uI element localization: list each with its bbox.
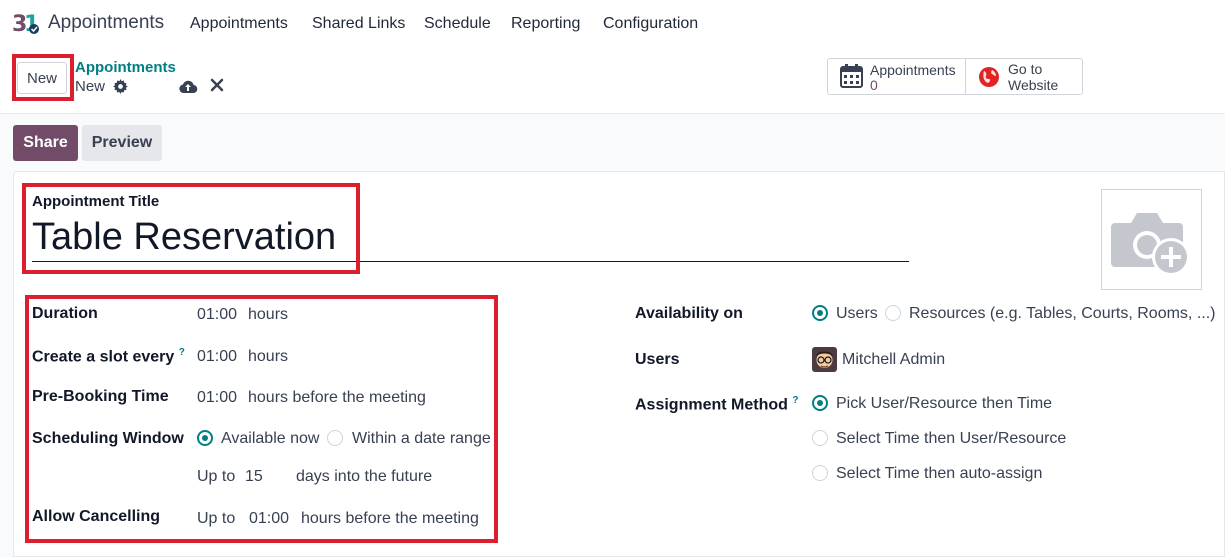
up-to-label: Up to [197,468,236,485]
discard-icon[interactable] [210,78,224,92]
prebooking-input[interactable]: 01:00 [197,389,237,407]
user-tag-mitchell[interactable]: Mitchell Admin [842,351,945,369]
gear-icon[interactable] [113,79,128,94]
prebooking-unit: hours before the meeting [248,389,426,406]
highlight-title [22,183,360,274]
radio-time-then-user[interactable] [812,430,828,446]
camera-add-icon[interactable] [1111,205,1193,277]
users-label: Users [635,351,680,368]
prebooking-label: Pre-Booking Time [32,388,169,405]
go-to-website-button[interactable]: Go to Website [1008,61,1058,93]
days-suffix: days into the future [296,468,433,485]
radio-pick-user-then-time[interactable] [812,395,828,411]
menu-appointments[interactable]: Appointments [190,15,288,33]
appointments-stat-label[interactable]: Appointments [870,62,956,78]
slot-label: Create a slot every ? [32,347,185,366]
app-title[interactable]: Appointments [48,12,164,34]
avatar[interactable] [812,347,837,372]
days-input[interactable]: 15 [245,468,263,486]
breadcrumb-parent[interactable]: Appointments [75,59,176,76]
assignment-label: Assignment Method ? [635,395,798,414]
radio-users[interactable] [812,305,828,321]
availability-label: Availability on [635,305,743,322]
highlight-new [12,54,74,101]
assignment-label-text: Assignment Method [635,396,788,414]
scheduling-window-label: Scheduling Window [32,430,184,447]
breadcrumb-current: New [75,78,106,95]
available-now-label[interactable]: Available now [221,430,319,448]
time-then-user-label[interactable]: Select Time then User/Resource [836,430,1066,448]
menu-reporting[interactable]: Reporting [511,15,580,33]
slot-unit: hours [248,348,289,365]
date-range-label[interactable]: Within a date range [352,430,491,448]
help-icon[interactable]: ? [179,347,185,358]
allow-cancelling-label: Allow Cancelling [32,508,161,525]
divider [965,58,966,95]
users-option-label[interactable]: Users [836,305,878,323]
pick-user-then-time-label[interactable]: Pick User/Resource then Time [836,395,1052,413]
time-then-auto-label[interactable]: Select Time then auto-assign [836,465,1042,483]
radio-available-now[interactable] [197,430,213,446]
cancel-suffix: hours before the meeting [301,510,479,527]
duration-input[interactable]: 01:00 [197,306,237,324]
globe-icon[interactable] [978,66,1000,88]
radio-time-then-auto[interactable] [812,465,828,481]
radio-date-range[interactable] [327,430,343,446]
menu-shared-links[interactable]: Shared Links [312,15,405,33]
duration-label: Duration [32,305,98,322]
radio-resources[interactable] [885,305,901,321]
preview-button[interactable]: Preview [82,125,162,161]
duration-unit: hours [248,306,289,323]
save-cloud-icon[interactable] [178,78,198,95]
highlight-scheduling-fields [25,295,498,543]
appointments-stat-value[interactable]: 0 [870,77,878,93]
help-icon[interactable]: ? [792,395,798,406]
slot-input[interactable]: 01:00 [197,348,237,366]
menu-configuration[interactable]: Configuration [603,15,698,33]
cancel-up-to: Up to [197,510,236,527]
go-to-line1: Go to [1008,61,1043,77]
resources-option-label[interactable]: Resources (e.g. Tables, Courts, Rooms, .… [909,305,1215,323]
slot-label-text: Create a slot every [32,348,175,366]
calendar-icon[interactable] [840,64,863,88]
share-button[interactable]: Share [13,125,78,161]
appointments-app-icon[interactable]: 3 1 [12,10,40,36]
menu-schedule[interactable]: Schedule [424,15,491,33]
go-to-line2: Website [1008,77,1059,93]
cancel-input[interactable]: 01:00 [249,510,289,528]
